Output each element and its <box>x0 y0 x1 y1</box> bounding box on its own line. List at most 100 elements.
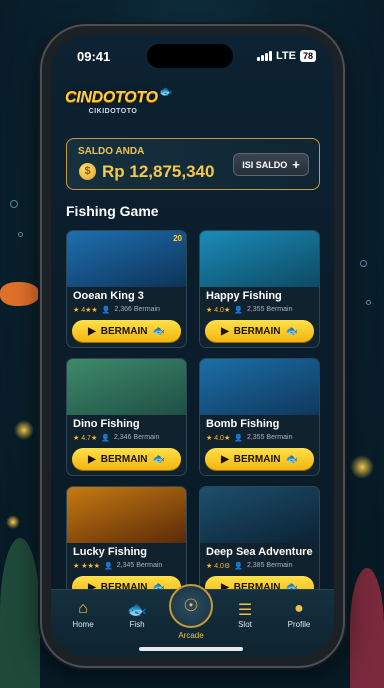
plus-icon: + <box>292 157 300 172</box>
tab-label: Arcade <box>178 631 204 640</box>
play-button[interactable]: ▶ BERMAIN 🐟 <box>72 448 181 470</box>
slot-icon: ☰ <box>237 602 253 619</box>
section-title: Fishing Game <box>66 203 159 219</box>
game-meta: ★ 4.0★ 👤 2,355 Bermain <box>206 434 292 442</box>
background-weed <box>0 538 40 688</box>
game-card[interactable]: Dino Fishing ★ 4.7★ 👤 2,346 Bermain ▶ BERMAIN… <box>66 358 187 476</box>
background-glow <box>14 420 34 440</box>
background-bubble <box>360 260 367 267</box>
play-button[interactable]: ▶ BERMAIN 🐟 <box>205 448 314 470</box>
status-indicators: LTE 78 <box>257 50 316 62</box>
background-bubble <box>18 232 23 237</box>
game-thumbnail[interactable] <box>200 487 319 543</box>
user-icon: 👤 <box>234 435 243 442</box>
tab-label: Fish <box>129 620 145 629</box>
background-glow <box>6 515 20 529</box>
game-card[interactable]: Bomb Fishing ★ 4.0★ 👤 2,355 Bermain ▶ BERMAIN… <box>199 358 320 476</box>
game-players: 2,355 Bermain <box>246 434 293 441</box>
game-rating: ★ 4.0★ <box>206 307 231 314</box>
balance-amount: Rp 12,875,340 <box>102 162 215 181</box>
game-meta: ★ ★★★ 👤 2,345 Bermain <box>73 562 162 570</box>
game-players: 2,346 Bermain <box>113 434 160 441</box>
game-thumbnail[interactable] <box>67 231 186 287</box>
game-players: 2,355 Bermain <box>246 306 293 313</box>
game-players: 2,385 Bermain <box>246 562 293 569</box>
game-meta: ★ 4.7★ 👤 2,346 Bermain <box>73 434 159 442</box>
tab-arcade[interactable]: ☉ Arcade <box>163 584 219 640</box>
user-icon: 👤 <box>101 435 110 442</box>
fish-button-icon: 🐟 <box>285 325 298 337</box>
brand-logo[interactable]: 🐟 CINDOTOTO CIKIDOTOTO <box>65 86 175 129</box>
game-players: 2,366 Bermain <box>114 306 160 313</box>
network-label: LTE <box>276 50 296 62</box>
background-fish <box>0 282 40 306</box>
background-weed <box>350 568 384 688</box>
play-icon: ▶ <box>221 453 229 465</box>
background-bubble <box>366 300 371 305</box>
play-icon: ▶ <box>88 453 96 465</box>
status-bar: 09:41 LTE 78 <box>51 47 334 67</box>
bottom-tab-bar: ⌂ Home 🐟 Fish ☉ Arcade ☰ Slot ● Profile <box>51 584 334 657</box>
play-button[interactable]: ▶ BERMAIN 🐟 <box>72 320 181 342</box>
coin-icon: $ <box>79 163 96 180</box>
tab-label: Home <box>72 620 94 629</box>
fish-button-icon: 🐟 <box>285 453 298 465</box>
profile-icon: ● <box>294 600 304 617</box>
game-badge: 20 <box>173 234 182 243</box>
game-rating: ★ 4.0★ <box>206 435 231 442</box>
play-label: BERMAIN <box>100 325 148 337</box>
tab-fish[interactable]: 🐟 Fish <box>109 600 165 629</box>
play-icon: ▶ <box>88 325 96 337</box>
topup-button[interactable]: ISI SALDO + <box>233 153 309 176</box>
home-icon: ⌂ <box>78 600 88 617</box>
game-thumbnail[interactable] <box>200 231 319 287</box>
game-players: 2,345 Bermain <box>116 562 163 569</box>
user-icon: 👤 <box>234 563 243 570</box>
background-bubble <box>10 200 18 208</box>
game-card[interactable]: 20 Ooean King 3 ★ 4★★ 👤 2,366 Bermain ▶ BERMAI… <box>66 230 187 348</box>
background-glow <box>350 455 374 479</box>
user-icon: 👤 <box>234 307 243 314</box>
arcade-active-indicator: ☉ <box>169 584 213 628</box>
user-icon: 👤 <box>101 307 111 314</box>
game-meta: ★ 4★★ 👤 2,366 Bermain <box>73 306 160 314</box>
game-rating: ★ ★★★ <box>73 563 101 570</box>
play-label: BERMAIN <box>233 453 281 465</box>
tab-label: Slot <box>238 620 252 629</box>
game-thumbnail[interactable] <box>200 359 319 415</box>
phone-frame: 09:41 LTE 78 🐟 CINDOTOTO CIKIDOTOTO SALD… <box>42 26 343 666</box>
signal-icon <box>257 51 273 61</box>
tab-profile[interactable]: ● Profile <box>271 600 327 629</box>
app-screen: 09:41 LTE 78 🐟 CINDOTOTO CIKIDOTOTO SALD… <box>51 35 334 657</box>
fish-button-icon: 🐟 <box>152 453 165 465</box>
tab-slot[interactable]: ☰ Slot <box>217 600 273 629</box>
fish-icon: 🐟 <box>127 602 147 619</box>
game-title: Lucky Fishing <box>73 546 147 558</box>
balance-label: SALDO ANDA <box>78 146 145 157</box>
game-card[interactable]: Happy Fishing ★ 4.0★ 👤 2,355 Bermain ▶ BERMAI… <box>199 230 320 348</box>
tab-home[interactable]: ⌂ Home <box>55 600 111 629</box>
game-thumbnail[interactable] <box>67 487 186 543</box>
arcade-icon: ☉ <box>183 596 199 615</box>
game-rating: ★ 4.0⚙ <box>206 563 231 570</box>
game-meta: ★ 4.0★ 👤 2,355 Bermain <box>206 306 292 314</box>
game-title: Ooean King 3 <box>73 290 144 302</box>
play-button[interactable]: ▶ BERMAIN 🐟 <box>205 320 314 342</box>
play-label: BERMAIN <box>100 453 148 465</box>
game-meta: ★ 4.0⚙ 👤 2,385 Bermain <box>206 562 292 570</box>
tab-label: Profile <box>287 620 311 629</box>
topup-label: ISI SALDO <box>242 159 288 170</box>
game-thumbnail[interactable] <box>67 359 186 415</box>
game-title: Deep Sea Adventure <box>206 546 313 558</box>
game-rating: ★ 4.7★ <box>73 435 98 442</box>
brand-subtitle: CIKIDOTOTO <box>88 108 138 115</box>
game-rating: ★ 4★★ <box>73 307 98 314</box>
balance-card: SALDO ANDA $ Rp 12,875,340 ISI SALDO + <box>66 138 320 190</box>
game-title: Happy Fishing <box>206 290 282 302</box>
user-icon: 👤 <box>104 563 113 570</box>
game-title: Dino Fishing <box>73 418 140 430</box>
fish-logo-icon: 🐟 <box>159 86 173 98</box>
battery-icon: 78 <box>299 50 316 62</box>
status-time: 09:41 <box>77 49 111 64</box>
fish-button-icon: 🐟 <box>152 325 165 337</box>
